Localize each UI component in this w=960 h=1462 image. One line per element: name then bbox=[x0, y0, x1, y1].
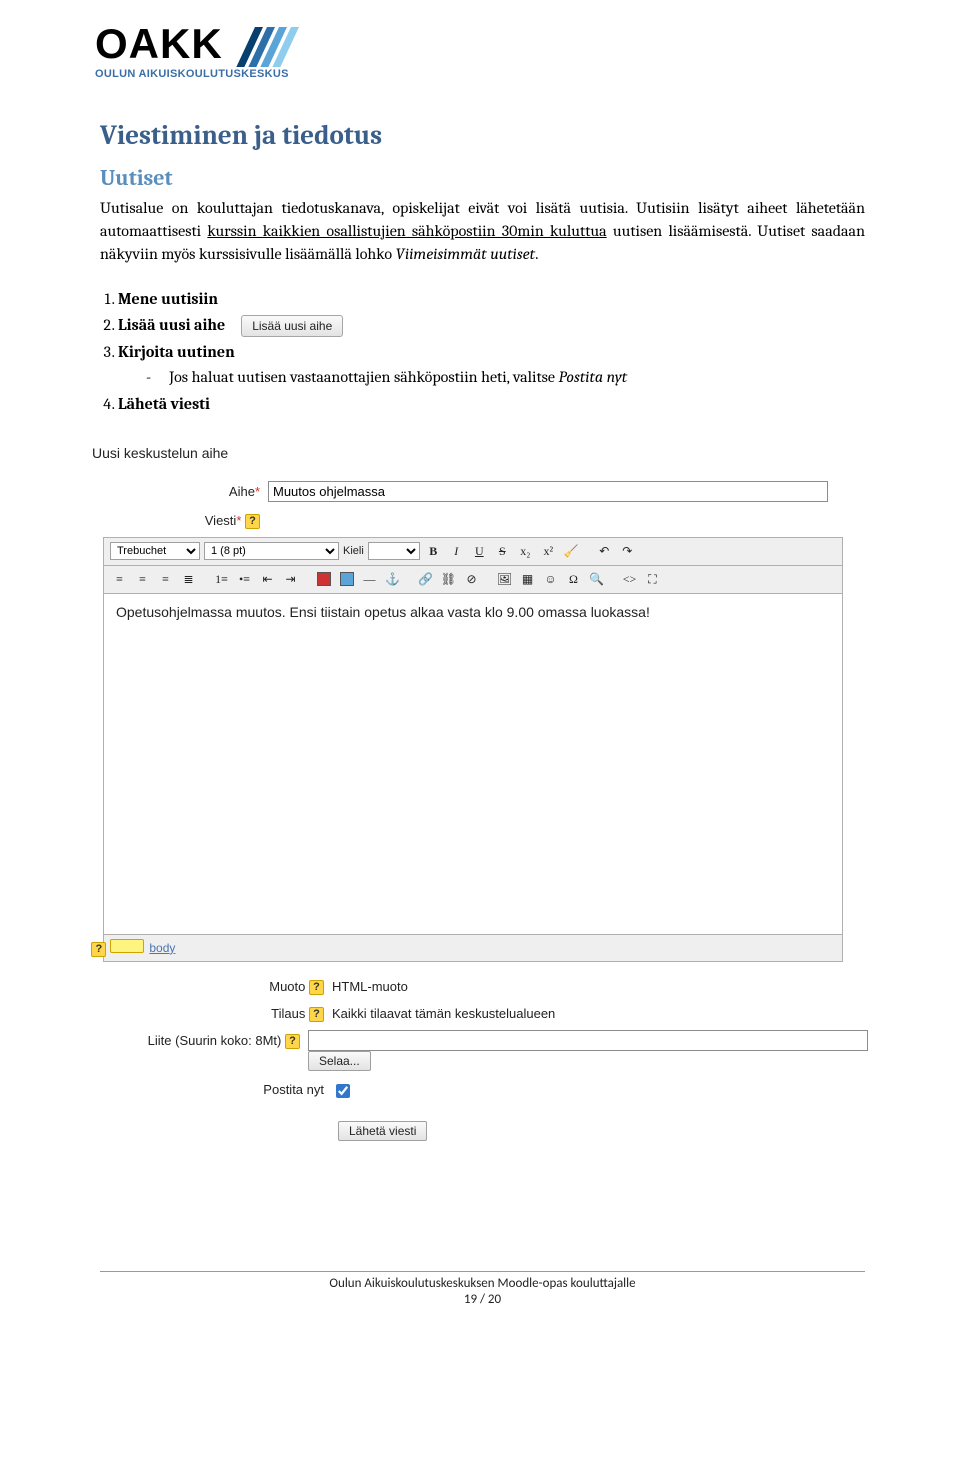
bold-icon[interactable]: B bbox=[424, 542, 443, 561]
clean-icon[interactable]: 🧹 bbox=[562, 542, 581, 561]
help-icon[interactable]: ? bbox=[309, 1007, 324, 1022]
outdent-icon[interactable]: ⇤ bbox=[258, 570, 277, 589]
link-icon[interactable]: 🔗 bbox=[416, 570, 435, 589]
logo-text: OAKK bbox=[95, 20, 223, 68]
list-bullet-icon[interactable]: •≡ bbox=[235, 570, 254, 589]
font-select[interactable]: Trebuchet bbox=[110, 542, 200, 560]
italic-icon[interactable]: I bbox=[447, 542, 466, 561]
message-label: Viesti* ? bbox=[90, 510, 268, 529]
rich-text-editor: Trebuchet 1 (8 pt) Kieli B I U S x₂ x² 🧹… bbox=[103, 537, 843, 962]
form-title: Uusi keskustelun aihe bbox=[92, 445, 870, 461]
step-1: Mene uutisiin bbox=[118, 287, 865, 312]
bg-color-icon[interactable] bbox=[337, 570, 356, 589]
page-footer: Oulun Aikuiskoulutuskeskuksen Moodle-opa… bbox=[100, 1271, 865, 1307]
text-color-icon[interactable] bbox=[314, 570, 333, 589]
superscript-icon[interactable]: x² bbox=[539, 542, 558, 561]
send-message-button[interactable]: Lähetä viesti bbox=[338, 1121, 427, 1141]
align-center-icon[interactable]: ≡ bbox=[133, 570, 152, 589]
format-value: HTML-muoto bbox=[332, 976, 408, 994]
logo: OAKK OULUN AIKUISKOULUTUSKESKUS bbox=[95, 20, 309, 80]
image-icon[interactable]: 🖼 bbox=[495, 570, 514, 589]
step-4: Lähetä viesti bbox=[118, 392, 865, 417]
logo-stripes-icon bbox=[231, 20, 309, 68]
step-3: Kirjoita uutinen Jos haluat uutisen vast… bbox=[118, 340, 865, 390]
anchor-icon[interactable]: ⚓ bbox=[383, 570, 402, 589]
undo-icon[interactable]: ↶ bbox=[595, 542, 614, 561]
editor-path: Polku: body ? bbox=[104, 934, 842, 961]
justify-icon[interactable]: ≣ bbox=[179, 570, 198, 589]
list-ordered-icon[interactable]: 1≡ bbox=[212, 570, 231, 589]
underline-icon[interactable]: U bbox=[470, 542, 489, 561]
align-right-icon[interactable]: ≡ bbox=[156, 570, 175, 589]
section-heading: Uutiset bbox=[100, 165, 865, 191]
footer-page-number: 19 / 20 bbox=[100, 1292, 865, 1307]
step-3-sub: Jos haluat uutisen vastaanottajien sähkö… bbox=[146, 365, 865, 390]
page-heading: Viestiminen ja tiedotus bbox=[100, 120, 865, 151]
step-2: Lisää uusi aihe Lisää uusi aihe bbox=[118, 313, 865, 338]
help-icon[interactable]: ? bbox=[91, 942, 106, 957]
steps-list: Mene uutisiin Lisää uusi aihe Lisää uusi… bbox=[118, 287, 865, 417]
special-char-icon[interactable]: Ω bbox=[564, 570, 583, 589]
help-icon[interactable]: ? bbox=[245, 514, 260, 529]
find-icon[interactable]: 🔍 bbox=[587, 570, 606, 589]
subscription-label: Tilaus ? bbox=[90, 1003, 332, 1022]
redo-icon[interactable]: ↷ bbox=[618, 542, 637, 561]
language-select[interactable] bbox=[368, 542, 420, 560]
attachment-label: Liite (Suurin koko: 8Mt) ? bbox=[90, 1030, 308, 1049]
nolink-icon[interactable]: ⊘ bbox=[462, 570, 481, 589]
attachment-path-input[interactable] bbox=[308, 1030, 868, 1051]
subscript-icon[interactable]: x₂ bbox=[516, 542, 535, 561]
align-left-icon[interactable]: ≡ bbox=[110, 570, 129, 589]
emoji-icon[interactable]: ☺ bbox=[541, 570, 560, 589]
intro-paragraph: Uutisalue on kouluttajan tiedotuskanava,… bbox=[100, 197, 865, 267]
subject-label: Aihe* bbox=[90, 481, 268, 499]
browse-button[interactable]: Selaa... bbox=[308, 1051, 371, 1071]
form-screenshot: Uusi keskustelun aihe Aihe* Viesti* ? Tr… bbox=[90, 445, 870, 1142]
logo-subtitle: OULUN AIKUISKOULUTUSKESKUS bbox=[95, 68, 289, 80]
unlink-icon[interactable]: ⛓ bbox=[439, 570, 458, 589]
editor-content[interactable]: Opetusohjelmassa muutos. Ensi tiistain o… bbox=[104, 594, 842, 934]
help-icon[interactable]: ? bbox=[285, 1034, 300, 1049]
subscription-value: Kaikki tilaavat tämän keskustelualueen bbox=[332, 1003, 555, 1021]
font-size-select[interactable]: 1 (8 pt) bbox=[204, 542, 339, 560]
indent-icon[interactable]: ⇥ bbox=[281, 570, 300, 589]
resize-handle-icon[interactable] bbox=[110, 939, 144, 953]
fullscreen-icon[interactable]: ⛶ bbox=[643, 570, 662, 589]
post-now-checkbox[interactable] bbox=[336, 1084, 350, 1098]
post-now-label: Postita nyt bbox=[90, 1079, 332, 1097]
editor-toolbar-2: ≡ ≡ ≡ ≣ 1≡ •≡ ⇤ ⇥ — ⚓ 🔗 ⛓ ⊘ 🖼 ▦ bbox=[104, 566, 842, 594]
strike-icon[interactable]: S bbox=[493, 542, 512, 561]
subject-input[interactable] bbox=[268, 481, 828, 502]
table-icon[interactable]: ▦ bbox=[518, 570, 537, 589]
editor-toolbar-1: Trebuchet 1 (8 pt) Kieli B I U S x₂ x² 🧹… bbox=[104, 538, 842, 566]
help-icon[interactable]: ? bbox=[309, 980, 324, 995]
language-label: Kieli bbox=[343, 545, 364, 557]
add-topic-button[interactable]: Lisää uusi aihe bbox=[241, 315, 343, 337]
footer-line-1: Oulun Aikuiskoulutuskeskuksen Moodle-opa… bbox=[100, 1276, 865, 1291]
hr-icon[interactable]: — bbox=[360, 570, 379, 589]
html-source-icon[interactable]: <> bbox=[620, 570, 639, 589]
format-label: Muoto ? bbox=[90, 976, 332, 995]
